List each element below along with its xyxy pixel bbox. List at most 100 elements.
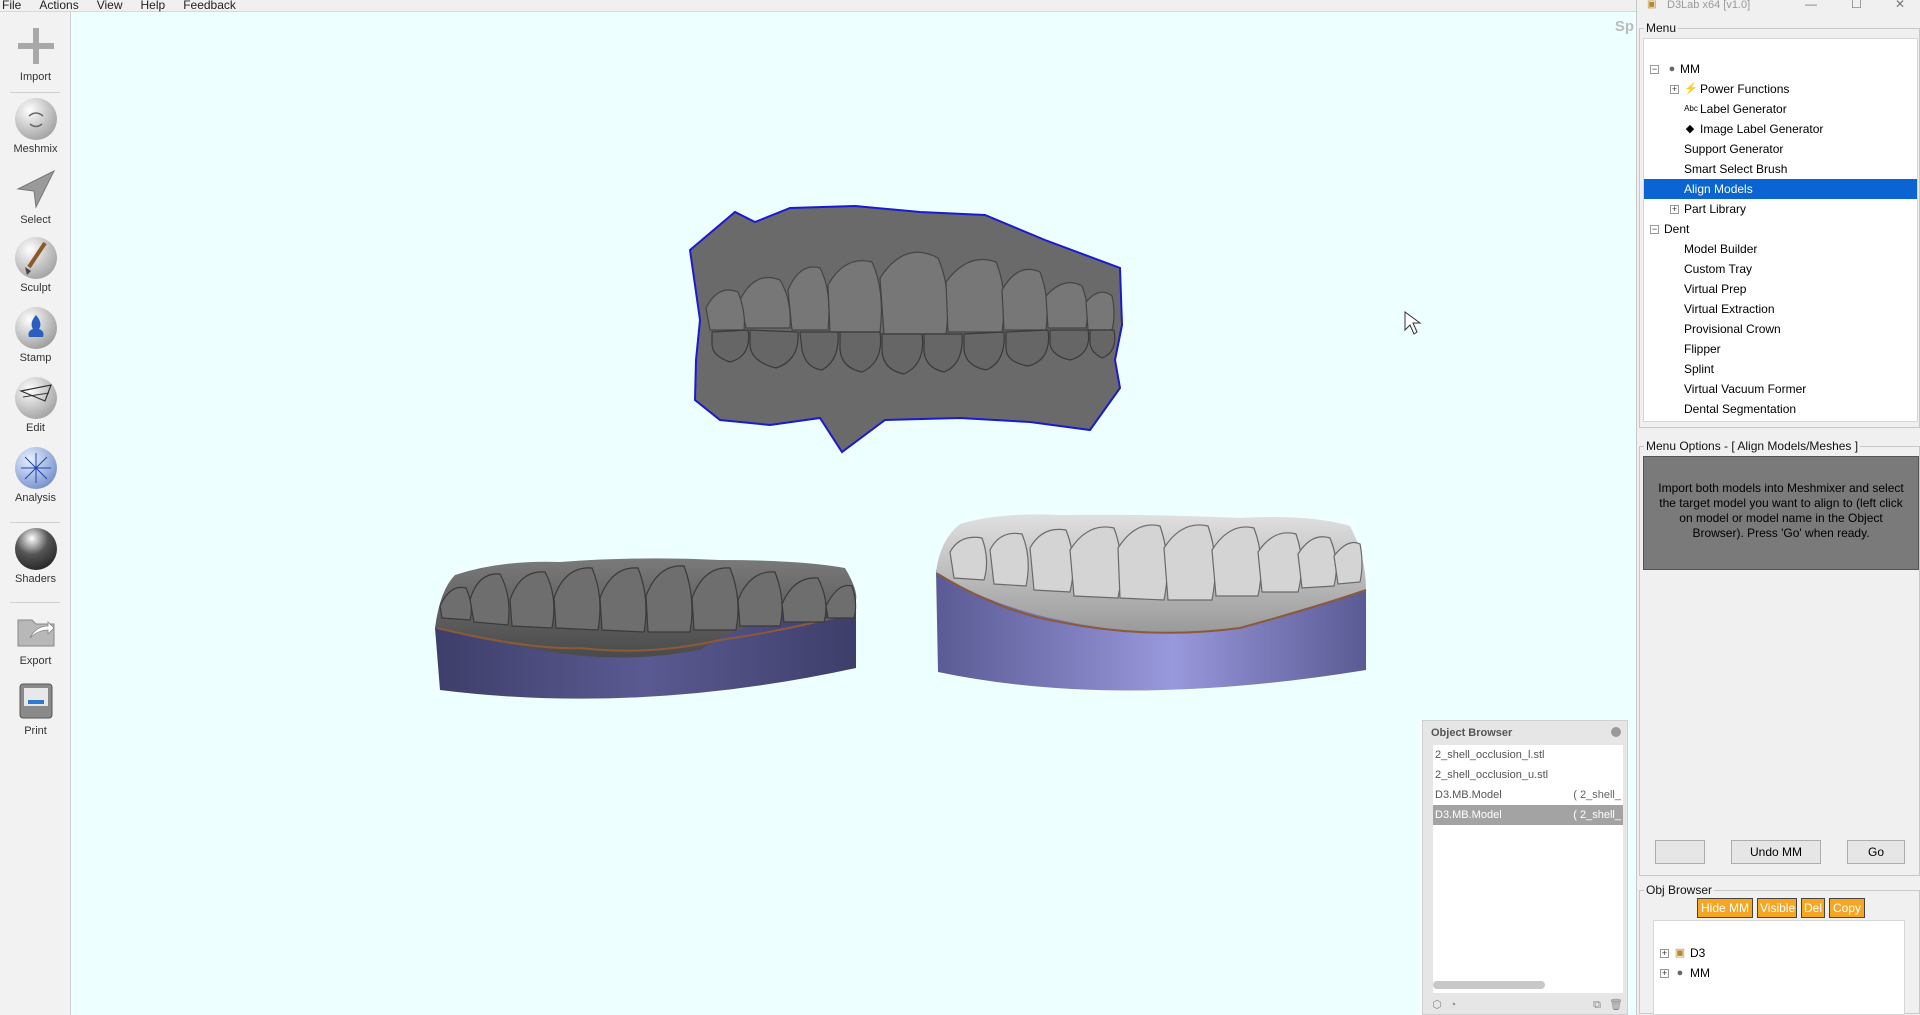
tree-item-custom-tray[interactable]: Custom Tray <box>1644 259 1917 279</box>
tree-item-label-generator[interactable]: Abc Label Generator <box>1644 99 1917 119</box>
expand-icon[interactable]: + <box>1660 969 1669 978</box>
object-list-scrollbar[interactable] <box>1433 981 1545 989</box>
menu-tree: − ● MM + ⚡ Power Functions Abc Label Gen… <box>1643 38 1918 422</box>
select-tool[interactable]: Select <box>0 167 71 226</box>
menu-view[interactable]: View <box>88 0 132 11</box>
clock-icon[interactable]: ◔ <box>1447 999 1459 1011</box>
meshmix-sphere-icon <box>14 98 57 140</box>
analysis-sphere-icon <box>14 447 57 489</box>
maximize-icon[interactable]: ☐ <box>1851 0 1862 10</box>
sculpt-tool[interactable]: Sculpt <box>0 237 71 294</box>
menu-actions[interactable]: Actions <box>30 0 87 11</box>
blank-button[interactable] <box>1655 840 1705 864</box>
obj-tree-item-d3[interactable]: + ▣ D3 <box>1654 943 1904 963</box>
menu-file[interactable]: File <box>0 0 30 11</box>
toolbar-divider <box>10 92 60 93</box>
edit-label: Edit <box>26 422 45 434</box>
tree-item-splint[interactable]: Splint <box>1644 359 1917 379</box>
collapse-icon[interactable]: − <box>1650 225 1659 234</box>
tree-label: Virtual Extraction <box>1684 302 1775 316</box>
expand-icon[interactable]: + <box>1660 949 1669 958</box>
object-row[interactable]: D3.MB.Model ( 2_shell_ <box>1433 785 1623 805</box>
tree-item-mm[interactable]: − ● MM <box>1644 59 1917 79</box>
tree-item-virtual-extraction[interactable]: Virtual Extraction <box>1644 299 1917 319</box>
tree-top-spacer <box>1644 39 1917 59</box>
object-row[interactable]: 2_shell_occlusion_l.stl <box>1433 745 1623 765</box>
object-row[interactable]: 2_shell_occlusion_u.stl <box>1433 765 1623 785</box>
tree-item-smart-select-brush[interactable]: Smart Select Brush <box>1644 159 1917 179</box>
tree-item-provisional-crown[interactable]: Provisional Crown <box>1644 319 1917 339</box>
tree-label: Smart Select Brush <box>1684 162 1788 176</box>
tree-item-virtual-prep[interactable]: Virtual Prep <box>1644 279 1917 299</box>
minimize-icon[interactable]: — <box>1805 0 1817 10</box>
print-tool[interactable]: Print <box>0 678 71 737</box>
analysis-label: Analysis <box>15 492 56 504</box>
close-icon[interactable] <box>1611 727 1621 737</box>
object-parent <box>1621 765 1623 785</box>
d3lab-window: ▣ D3Lab x64 [v1.0] — ☐ ✕ Menu − ● MM + ⚡… <box>1636 0 1920 1015</box>
visible-button[interactable]: Visible <box>1757 898 1797 918</box>
duplicate-icon[interactable]: ⧉ <box>1591 999 1603 1011</box>
stamp-icon <box>14 307 57 349</box>
menu-options-label: Menu Options - [ Align Models/Meshes ] <box>1644 439 1861 453</box>
menu-feedback[interactable]: Feedback <box>174 0 245 11</box>
export-label: Export <box>19 655 52 667</box>
object-parent: ( 2_shell_ <box>1573 789 1621 801</box>
object-parent <box>1621 745 1623 765</box>
d3lab-titlebar: ▣ D3Lab x64 [v1.0] — ☐ ✕ <box>1637 0 1920 12</box>
close-icon[interactable]: ✕ <box>1895 0 1905 10</box>
tree-item-dent[interactable]: − Dent <box>1644 219 1917 239</box>
edit-tool[interactable]: Edit <box>0 377 71 434</box>
d3lab-title: D3Lab x64 [v1.0] <box>1667 0 1751 11</box>
tree-label: MM <box>1690 966 1710 980</box>
shaders-tool[interactable]: Shaders <box>0 528 71 585</box>
3d-viewport[interactable]: Sp <box>71 12 1636 1015</box>
cube-icon[interactable]: ⬡ <box>1431 999 1443 1011</box>
tree-item-support-generator[interactable]: Support Generator <box>1644 139 1917 159</box>
d3lab-app-icon: ▣ <box>1647 0 1657 10</box>
tree-label: Label Generator <box>1700 102 1787 116</box>
import-tool[interactable]: Import <box>0 24 71 83</box>
tree-item-align-models[interactable]: Align Models <box>1644 179 1917 199</box>
tree-label: Support Generator <box>1684 142 1784 156</box>
undo-mm-button[interactable]: Undo MM <box>1731 840 1821 864</box>
stamp-tool[interactable]: Stamp <box>0 307 71 364</box>
meshmixer-window: File Actions View Help Feedback Import M… <box>0 0 1636 1015</box>
delete-button[interactable]: Del <box>1801 898 1825 918</box>
object-name: 2_shell_occlusion_l.stl <box>1435 749 1545 761</box>
tree-item-model-builder[interactable]: Model Builder <box>1644 239 1917 259</box>
tree-label: Power Functions <box>1700 82 1790 96</box>
instructions-box: Import both models into Meshmixer and se… <box>1643 456 1919 570</box>
tree-item-virtual-vacuum-former[interactable]: Virtual Vacuum Former <box>1644 379 1917 399</box>
object-row-selected[interactable]: D3.MB.Model ( 2_shell_ <box>1433 805 1623 825</box>
mm-sphere-icon: ● <box>1676 967 1684 979</box>
tree-item-flipper[interactable]: Flipper <box>1644 339 1917 359</box>
tree-item-power-functions[interactable]: + ⚡ Power Functions <box>1644 79 1917 99</box>
hide-mm-button[interactable]: Hide MM <box>1697 898 1753 918</box>
tree-label: Dental Segmentation <box>1684 402 1797 416</box>
menu-help[interactable]: Help <box>132 0 175 11</box>
export-tool[interactable]: Export <box>0 608 71 667</box>
expand-icon[interactable]: + <box>1670 85 1679 94</box>
menu-bar: File Actions View Help Feedback <box>0 0 1636 12</box>
toolbar-divider <box>10 522 60 523</box>
trash-icon[interactable]: 🗑 <box>1609 999 1623 1011</box>
analysis-tool[interactable]: Analysis <box>0 447 71 504</box>
object-name: 2_shell_occlusion_u.stl <box>1435 769 1549 781</box>
lightning-icon: ⚡ <box>1684 83 1698 95</box>
mm-sphere-icon: ● <box>1668 63 1676 75</box>
copy-button[interactable]: Copy <box>1829 898 1865 918</box>
d3-icon: ▣ <box>1674 947 1686 959</box>
meshmix-tool[interactable]: Meshmix <box>0 98 71 155</box>
collapse-icon[interactable]: − <box>1650 65 1659 74</box>
tree-item-part-library[interactable]: + Part Library <box>1644 199 1917 219</box>
obj-tree-item-mm[interactable]: + ● MM <box>1654 963 1904 983</box>
shaders-sphere-icon <box>14 528 57 570</box>
lower-arch-model-light <box>936 514 1367 691</box>
tree-item-dental-segmentation[interactable]: Dental Segmentation <box>1644 399 1917 419</box>
object-parent: ( 2_shell_ <box>1573 809 1621 821</box>
tree-item-image-label-generator[interactable]: ◆ Image Label Generator <box>1644 119 1917 139</box>
go-button[interactable]: Go <box>1847 840 1905 864</box>
expand-icon[interactable]: + <box>1670 205 1679 214</box>
tool-sidebar: Import Meshmix Select Sculpt Stamp Edit … <box>0 12 71 1015</box>
